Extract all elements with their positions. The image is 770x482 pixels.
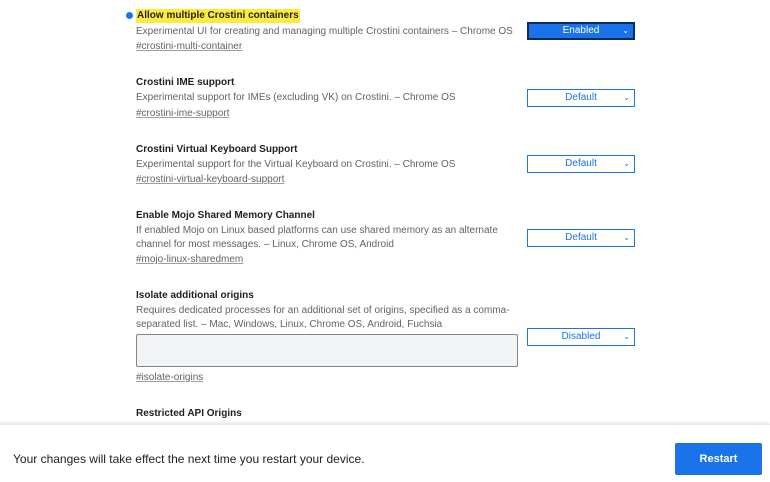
flag-description: Experimental support for the Virtual Key…: [136, 159, 456, 170]
modified-indicator-icon: [126, 12, 133, 19]
isolate-origins-textarea[interactable]: [136, 334, 518, 367]
flag-state-select[interactable]: Default ⌄: [527, 89, 635, 107]
flag-description: Requires dedicated processes for an addi…: [136, 305, 510, 330]
flag-permalink[interactable]: #crostini-multi-container: [136, 40, 242, 54]
flag-title: Restricted API Origins: [136, 408, 242, 419]
flag-state-select[interactable]: Default ⌄: [527, 155, 635, 173]
flag-state-value: Enabled: [562, 25, 600, 36]
flag-permalink[interactable]: #isolate-origins: [136, 371, 203, 385]
flag-state-value: Default: [565, 92, 597, 103]
flag-title: Crostini IME support: [136, 77, 235, 88]
chevron-down-icon: ⌄: [623, 93, 630, 102]
flag-state-value: Default: [565, 232, 597, 243]
flag-state-value: Disabled: [561, 331, 601, 342]
flag-description: If enabled Mojo on Linux based platforms…: [136, 225, 498, 250]
restart-footer: Your changes will take effect the next t…: [0, 424, 770, 482]
flag-state-select[interactable]: Enabled ⌄: [527, 22, 635, 40]
flag-title: Allow multiple Crostini containers: [136, 9, 300, 23]
flag-title: Crostini Virtual Keyboard Support: [136, 144, 298, 155]
chevron-down-icon: ⌄: [622, 26, 629, 35]
chevron-down-icon: ⌄: [623, 233, 630, 242]
chevron-down-icon: ⌄: [623, 159, 630, 168]
flag-permalink[interactable]: #crostini-virtual-keyboard-support: [136, 173, 284, 187]
flag-permalink[interactable]: #mojo-linux-sharedmem: [136, 253, 243, 267]
flag-permalink[interactable]: #crostini-ime-support: [136, 107, 229, 121]
flag-state-value: Default: [565, 158, 597, 169]
flag-state-select[interactable]: Default ⌄: [527, 229, 635, 247]
chevron-down-icon: ⌄: [623, 332, 630, 341]
flag-description: Experimental support for IMEs (excluding…: [136, 92, 456, 103]
flag-state-select[interactable]: Disabled ⌄: [527, 328, 635, 346]
flag-title: Isolate additional origins: [136, 290, 254, 301]
flag-title: Enable Mojo Shared Memory Channel: [136, 210, 315, 221]
restart-button[interactable]: Restart: [675, 443, 762, 475]
flag-description: Experimental UI for creating and managin…: [136, 26, 513, 37]
restart-message: Your changes will take effect the next t…: [13, 452, 365, 466]
